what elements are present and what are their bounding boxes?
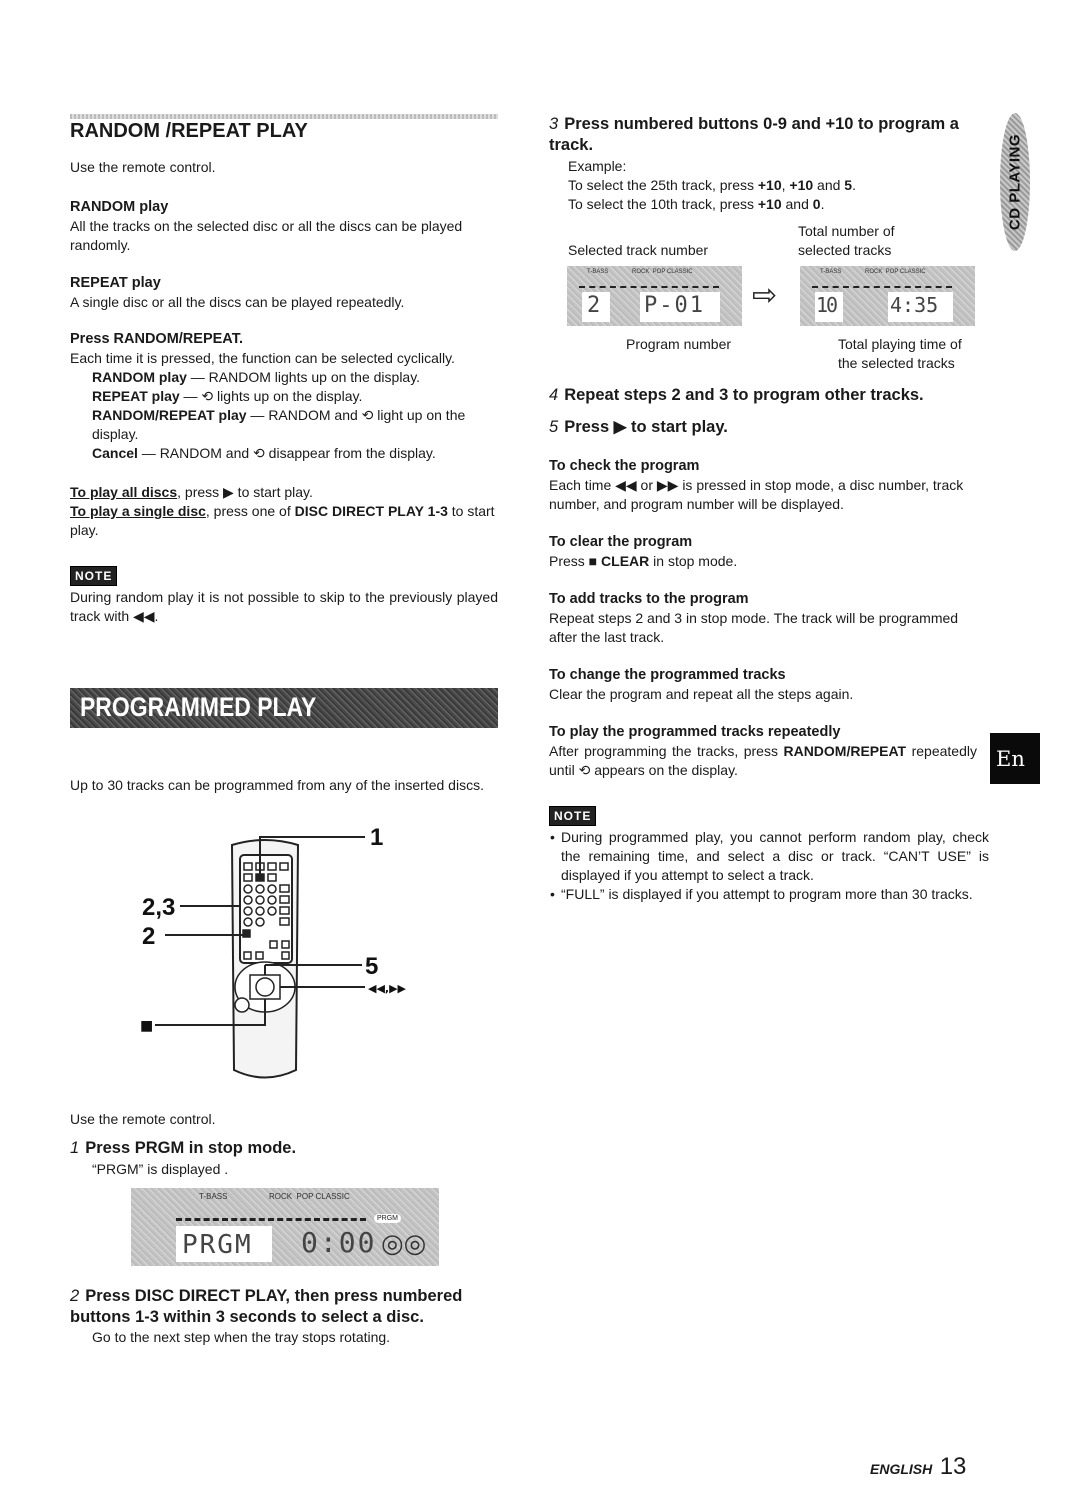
play-all-discs-label: To play all discs <box>70 484 178 500</box>
step-2-title: 2 Press DISC DIRECT PLAY, then press numb… <box>70 1287 463 1326</box>
programmed-play-banner: PROGRAMMED PLAY <box>70 688 498 728</box>
repeat-tracks-text: After programming the tracks, press RAND… <box>549 743 977 778</box>
remote-control-illustration: 1 2,3 2 5 ◀◀,▶▶ ■ <box>140 824 407 1079</box>
caption-selected-track: Selected track number <box>568 242 709 258</box>
play-single-disc-label: To play a single disc <box>70 503 206 519</box>
callout-2: 2 <box>142 923 155 950</box>
lcd-dash-line <box>176 1218 366 1221</box>
repeat-tracks-heading: To play the programmed tracks repeatedly <box>549 724 841 740</box>
mode-item: RANDOM/REPEAT play — RANDOM and ⟲ light … <box>92 407 466 442</box>
language-tab: En <box>990 733 1040 784</box>
callout-2-3: 2,3 <box>142 894 175 921</box>
callout-1: 1 <box>370 824 383 851</box>
check-program-heading: To check the program <box>549 458 700 474</box>
change-tracks-heading: To change the programmed tracks <box>549 667 786 683</box>
lcd-modes-label: ROCK POP CLASSIC <box>269 1192 350 1201</box>
example-label: Example: <box>568 158 627 174</box>
mode-item: REPEAT play — ⟲ lights up on the display… <box>92 388 363 404</box>
lcd-right-panel: P-01 <box>640 292 720 322</box>
side-tab-cd-playing: CD PLAYING <box>1000 113 1030 251</box>
step-5-title: 5 Press ▶ to start play. <box>549 418 728 436</box>
callout-stop: ■ <box>140 1018 153 1034</box>
repeat-play-text: A single disc or all the discs can be pl… <box>70 294 405 310</box>
lcd-modes-label: ROCK POP CLASSIC <box>632 269 693 275</box>
lcd-display-total-time: T-BASS ROCK POP CLASSIC 10 4:35 <box>800 266 975 326</box>
note-text: During random play it is not possible to… <box>70 589 498 624</box>
play-single-disc-text: To play a single disc, press one of DISC… <box>70 503 495 538</box>
mode-item: RANDOM play — RANDOM lights up on the di… <box>92 369 421 385</box>
caption-total-number: Total number of selected tracks <box>798 223 895 258</box>
lcd-left-panel: 2 <box>582 292 610 322</box>
arrow-right-icon: ⇨ <box>752 279 778 312</box>
step-2-text: Go to the next step when the tray stops … <box>92 1329 391 1345</box>
page-number: 13 <box>939 1453 967 1480</box>
lcd-display-program-number: T-BASS ROCK POP CLASSIC 2 P-01 <box>567 266 742 326</box>
page-footer: ENGLISH 13 <box>870 1453 966 1481</box>
add-tracks-text: Repeat steps 2 and 3 in stop mode. The t… <box>549 610 959 645</box>
mode-item: Cancel — RANDOM and ⟲ disappear from the… <box>92 445 436 461</box>
caption-program-number: Program number <box>626 336 732 352</box>
programmed-intro: Up to 30 tracks can be programmed from a… <box>70 777 484 793</box>
use-remote-text: Use the remote control. <box>70 1111 216 1127</box>
mode-list: RANDOM play — RANDOM lights up on the di… <box>70 368 500 463</box>
lcd-left-panel: PRGM <box>176 1226 272 1262</box>
lcd-dash-line <box>812 286 952 288</box>
note-badge: NOTE <box>549 806 597 826</box>
clear-program-text: Press ■ CLEAR in stop mode. <box>549 553 738 569</box>
banner-title: PROGRAMMED PLAY <box>80 692 317 722</box>
caption-total-time: Total playing time of the selected track… <box>838 336 962 371</box>
lcd-right-digits: 0:00 <box>301 1226 377 1259</box>
lcd-modes-label: ROCK POP CLASSIC <box>865 269 926 275</box>
step-4-title: 4 Repeat steps 2 and 3 to program other t… <box>549 386 924 404</box>
lcd-tbass-label: T-BASS <box>587 269 609 275</box>
clear-program-heading: To clear the program <box>549 534 693 550</box>
check-program-text: Each time ◀◀ or ▶▶ is pressed in stop mo… <box>549 477 964 512</box>
step-1-text: “PRGM” is displayed . <box>92 1161 229 1177</box>
lcd-right-panel: 4:35 <box>888 292 953 322</box>
note-item: • “FULL” is displayed if you attempt to p… <box>550 886 973 902</box>
example-2: To select the 10th track, press +10 and … <box>568 196 825 212</box>
callout-5: 5 <box>365 953 378 980</box>
section-rule <box>70 114 498 119</box>
change-tracks-text: Clear the program and repeat all the ste… <box>549 686 854 702</box>
lcd-dash-line <box>579 286 719 288</box>
lcd-tbass-label: T-BASS <box>820 269 842 275</box>
intro-text: Use the remote control. <box>70 159 216 175</box>
section-title-random-repeat: RANDOM /REPEAT PLAY <box>70 120 308 142</box>
step-1-title: 1 Press PRGM in stop mode. <box>70 1139 297 1157</box>
note-badge: NOTE <box>70 566 118 586</box>
random-play-text: All the tracks on the selected disc or a… <box>70 218 463 253</box>
press-random-repeat-heading: Press RANDOM/REPEAT. <box>70 331 243 347</box>
footer-language: ENGLISH <box>870 1461 933 1477</box>
example-1: To select the 25th track, press +10, +10… <box>568 177 856 193</box>
lcd-left-panel: 10 <box>815 292 843 322</box>
lcd-prgm-tag: PRGM <box>374 1214 401 1223</box>
note-item: • During programmed play, you cannot perf… <box>550 829 989 883</box>
disc-tray-icon: ◎◎ <box>381 1228 427 1258</box>
add-tracks-heading: To add tracks to the program <box>549 591 749 607</box>
play-all-discs-text: To play all discs, press ▶ to start play… <box>70 484 313 500</box>
lcd-tbass-label: T-BASS <box>199 1192 228 1201</box>
callout-skip: ◀◀,▶▶ <box>368 982 407 995</box>
lcd-display-prgm: T-BASS ROCK POP CLASSIC PRGM PRGM 0:00 ◎… <box>131 1188 439 1266</box>
note-list: • During programmed play, you cannot perf… <box>549 828 989 904</box>
random-play-heading: RANDOM play <box>70 199 169 215</box>
step-3-title: 3 Press numbered buttons 0-9 and +10 to p… <box>549 115 959 154</box>
repeat-play-heading: REPEAT play <box>70 275 161 291</box>
press-random-repeat-text: Each time it is pressed, the function ca… <box>70 350 455 366</box>
